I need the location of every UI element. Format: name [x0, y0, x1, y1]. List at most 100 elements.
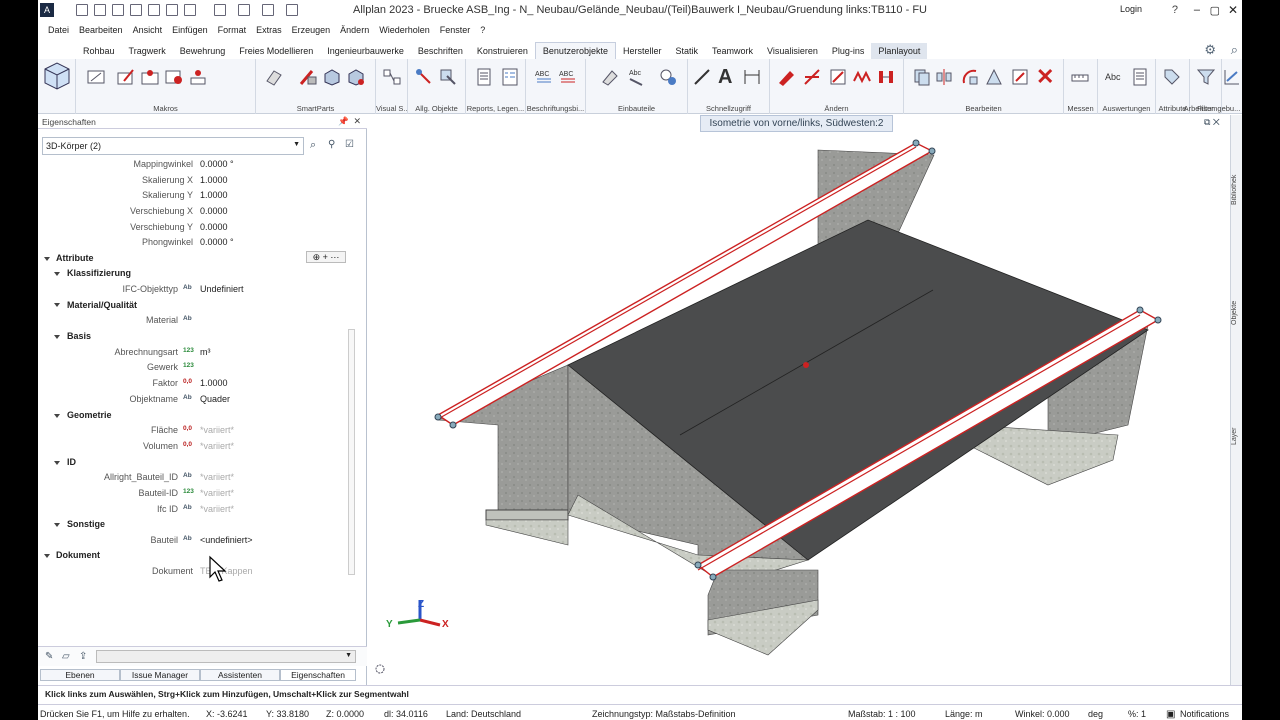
macro-draw-icon[interactable]	[86, 67, 106, 87]
attribute-icon[interactable]	[1162, 67, 1182, 87]
share-icon[interactable]: ⇪	[79, 651, 87, 662]
window-restore-icon[interactable]: ⧉ ✕	[1204, 117, 1220, 128]
collapse-triangle-icon[interactable]	[54, 461, 60, 465]
evaluation-abc-icon[interactable]: Abc	[1104, 67, 1124, 87]
property-value[interactable]: 0.0000	[200, 206, 228, 216]
delete-x-icon[interactable]: ✕	[1036, 66, 1056, 88]
built-in-settings-icon[interactable]	[658, 67, 678, 87]
property-value[interactable]: Undefiniert	[200, 284, 244, 294]
tab-rohbau[interactable]: Rohbau	[76, 43, 122, 59]
trim-icon[interactable]	[802, 67, 822, 87]
property-value[interactable]: Quader	[200, 394, 230, 404]
settings-gear-icon[interactable]: ⚙	[1204, 42, 1216, 58]
maximize-icon[interactable]: ▢	[1210, 4, 1220, 17]
orbit-icon[interactable]	[375, 664, 385, 674]
stretch-icon[interactable]	[876, 67, 896, 87]
line-icon[interactable]	[692, 67, 712, 87]
collapse-triangle-icon[interactable]	[44, 257, 50, 261]
selection-combo[interactable]: 3D-Körper (2) ▼	[42, 137, 304, 155]
menu-extras[interactable]: Extras	[256, 25, 282, 35]
tab-ebenen[interactable]: Ebenen	[40, 669, 120, 681]
menu-einfuegen[interactable]: Einfügen	[172, 25, 208, 35]
property-value[interactable]: 0.0000 °	[200, 237, 234, 247]
status-winkel[interactable]: Winkel: 0.000	[1015, 709, 1070, 719]
tab-beschriften[interactable]: Beschriften	[411, 43, 470, 59]
tab-tragwerk[interactable]: Tragwerk	[122, 43, 173, 59]
macro-folder-icon[interactable]	[188, 67, 208, 87]
pin-icon[interactable]: 📌	[338, 116, 349, 127]
built-in-label-icon[interactable]: Abc	[626, 67, 646, 87]
search-icon[interactable]: ⌕	[1231, 42, 1238, 58]
macro-define-icon[interactable]	[140, 67, 160, 87]
tab-objekte[interactable]: Objekte	[1231, 285, 1243, 325]
menu-ansicht[interactable]: Ansicht	[133, 25, 163, 35]
tab-bibliothek[interactable]: Bibliothek	[1231, 155, 1243, 205]
tab-freies-modellieren[interactable]: Freies Modellieren	[232, 43, 320, 59]
modify-icon[interactable]	[828, 67, 848, 87]
status-zeichnungstyp[interactable]: Zeichnungstyp: Maßstabs-Definition	[592, 709, 736, 719]
menu-bearbeiten[interactable]: Bearbeiten	[79, 25, 123, 35]
zoom-search-icon[interactable]: ⌕	[310, 139, 316, 152]
property-value[interactable]: *variiert*	[200, 504, 234, 514]
tab-issue-manager[interactable]: Issue Manager	[120, 669, 200, 681]
tab-planlayout[interactable]: Planlayout	[871, 43, 928, 59]
selection-handle[interactable]	[803, 362, 809, 368]
property-value[interactable]: *variiert*	[200, 441, 234, 451]
collapse-triangle-icon[interactable]	[54, 335, 60, 339]
property-value[interactable]: *variiert*	[200, 425, 234, 435]
text-icon[interactable]: A	[718, 67, 738, 87]
menu-aendern[interactable]: Ändern	[340, 25, 369, 35]
menu-help[interactable]: ?	[480, 25, 485, 35]
label-style-icon[interactable]: ABC	[534, 67, 554, 87]
collapse-triangle-icon[interactable]	[54, 272, 60, 276]
filter-dropdown[interactable]: ▼	[96, 650, 356, 663]
tab-layer[interactable]: Layer	[1231, 415, 1243, 445]
property-value[interactable]: 0.0000 °	[200, 159, 234, 169]
filter-icon[interactable]	[1196, 67, 1216, 87]
bridge-model[interactable]: Z X Y	[368, 115, 1230, 685]
status-land[interactable]: Land: Deutschland	[446, 709, 521, 719]
help-icon[interactable]: ?	[1172, 4, 1178, 16]
property-value[interactable]: 1.0000	[200, 190, 228, 200]
tab-visualisieren[interactable]: Visualisieren	[760, 43, 825, 59]
status-notifications[interactable]: Notifications	[1180, 709, 1229, 719]
tab-ingenieurbauwerke[interactable]: Ingenieurbauwerke	[320, 43, 411, 59]
property-value[interactable]: *variiert*	[200, 488, 234, 498]
menu-wiederholen[interactable]: Wiederholen	[379, 25, 430, 35]
status-percent[interactable]: %: 1	[1128, 709, 1146, 719]
rotate-icon[interactable]	[960, 67, 980, 87]
dimension-icon[interactable]	[742, 67, 762, 87]
tab-benutzerobjekte[interactable]: Benutzerobjekte	[534, 42, 616, 59]
tab-eigenschaften[interactable]: Eigenschaften	[280, 669, 356, 681]
attribute-add-button[interactable]: ⊕ + ⋯	[306, 251, 346, 263]
mirror-icon[interactable]	[934, 67, 954, 87]
collapse-triangle-icon[interactable]	[54, 414, 60, 418]
smartpart-cube-red-icon[interactable]	[346, 67, 366, 87]
macro-edit-icon[interactable]	[116, 67, 136, 87]
menu-datei[interactable]: Datei	[48, 25, 69, 35]
login-link[interactable]: Login	[1120, 4, 1142, 14]
pencil-icon[interactable]: ✎	[45, 651, 53, 662]
menu-fenster[interactable]: Fenster	[440, 25, 471, 35]
workspace-cube-icon[interactable]	[41, 61, 73, 91]
object-attach-icon[interactable]	[438, 67, 458, 87]
notifications-icon[interactable]: ▣	[1166, 709, 1175, 720]
collapse-triangle-icon[interactable]	[44, 554, 50, 558]
tab-statik[interactable]: Statik	[668, 43, 705, 59]
tab-teamwork[interactable]: Teamwork	[705, 43, 760, 59]
workspace-icon[interactable]	[1222, 67, 1242, 87]
tab-plug-ins[interactable]: Plug-ins	[825, 43, 872, 59]
property-value[interactable]: 1.0000	[200, 378, 228, 388]
copy-icon[interactable]	[912, 67, 932, 87]
property-value[interactable]: 0.0000	[200, 222, 228, 232]
smartpart-edit-icon[interactable]	[298, 67, 318, 87]
label-style-red-icon[interactable]: ABC	[558, 67, 578, 87]
delete-icon[interactable]	[776, 67, 796, 87]
view-title[interactable]: Isometrie von vorne/links, Südwesten:2	[700, 115, 893, 132]
curve-icon[interactable]	[852, 67, 872, 87]
checkbox-icon[interactable]: ☑	[345, 139, 354, 150]
menu-format[interactable]: Format	[218, 25, 247, 35]
tab-konstruieren[interactable]: Konstruieren	[470, 43, 535, 59]
3d-viewport[interactable]: Z X Y	[368, 115, 1230, 685]
close-icon[interactable]: ✕	[1228, 3, 1238, 17]
